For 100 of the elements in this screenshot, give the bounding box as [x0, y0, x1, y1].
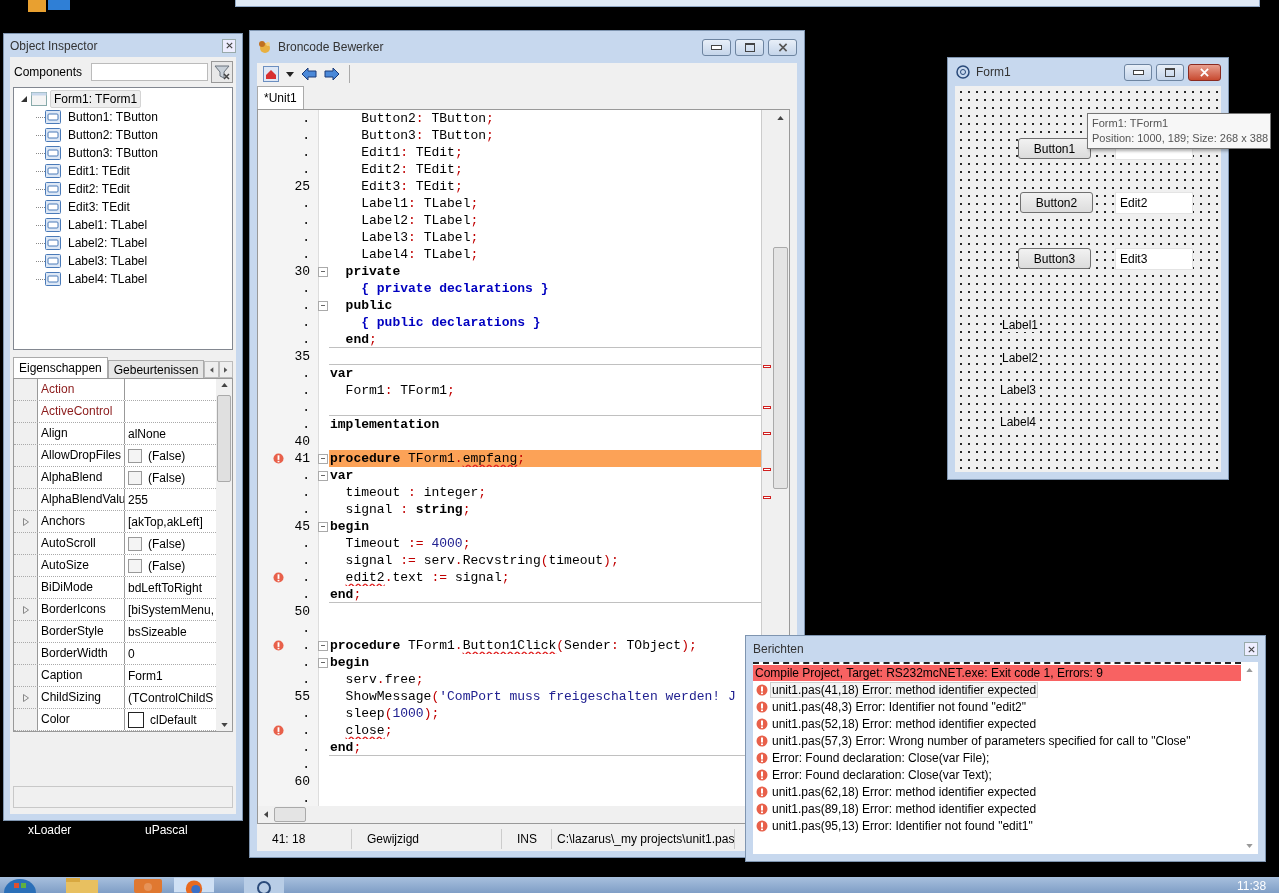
- form-label[interactable]: Label2: [1002, 351, 1039, 365]
- close-button[interactable]: [1244, 642, 1258, 656]
- filter-button[interactable]: [211, 61, 233, 83]
- checkbox[interactable]: [128, 448, 142, 463]
- fold-icon[interactable]: [318, 266, 328, 277]
- error-message[interactable]: unit1.pas(41,18) Error: method identifier expected: [770, 681, 1039, 698]
- edit-field[interactable]: Edit2: [1115, 192, 1193, 214]
- error-icon[interactable]: [272, 640, 284, 651]
- browser-icon[interactable]: [174, 877, 214, 893]
- property-name[interactable]: ChildSizing: [37, 687, 125, 708]
- error-message[interactable]: unit1.pas(62,18) Error: method identifier expected: [770, 783, 1039, 800]
- property-name[interactable]: AllowDropFiles: [37, 445, 125, 466]
- tab[interactable]: Gebeurtenissen: [107, 360, 205, 378]
- error-message[interactable]: Error: Found declaration: Close(var Text);: [770, 766, 994, 783]
- scrollbar[interactable]: [216, 379, 232, 731]
- form-button[interactable]: Button2: [1020, 192, 1093, 213]
- tree-item[interactable]: Edit2: TEdit: [65, 181, 133, 197]
- property-name[interactable]: Action: [37, 379, 125, 400]
- fold-icon[interactable]: [318, 521, 328, 532]
- form-button[interactable]: Button3: [1018, 248, 1091, 269]
- property-name[interactable]: BiDiMode: [37, 577, 125, 598]
- error-mark[interactable]: [763, 468, 771, 471]
- property-name[interactable]: Color: [37, 709, 125, 730]
- fold-icon[interactable]: [318, 640, 328, 651]
- tree-item[interactable]: Form1: TForm1: [50, 90, 142, 108]
- fold-icon[interactable]: [318, 453, 328, 464]
- arrow-up-icon[interactable]: [777, 116, 784, 120]
- property-name[interactable]: Align: [37, 423, 125, 444]
- error-message[interactable]: unit1.pas(48,3) Error: Identifier not found "edit2": [770, 698, 1028, 715]
- property-name[interactable]: Anchors: [37, 511, 125, 532]
- form-label[interactable]: Label4: [1000, 415, 1037, 429]
- maximize-button[interactable]: [735, 38, 764, 56]
- arrow-up-icon[interactable]: [220, 383, 228, 387]
- property-value[interactable]: (False): [148, 448, 186, 463]
- close-button[interactable]: [222, 38, 236, 53]
- expand-icon[interactable]: [22, 605, 29, 614]
- property-name[interactable]: Caption: [37, 665, 125, 686]
- property-value[interactable]: 0: [128, 646, 135, 661]
- error-icon[interactable]: [272, 572, 284, 583]
- error-message[interactable]: unit1.pas(89,18) Error: method identifier expected: [770, 800, 1039, 817]
- jump-button[interactable]: [261, 64, 281, 84]
- error-icon[interactable]: [272, 453, 284, 464]
- property-name[interactable]: BorderStyle: [37, 621, 125, 642]
- property-value[interactable]: (False): [148, 558, 186, 573]
- tree-item[interactable]: Label4: TLabel: [65, 271, 151, 287]
- form-button[interactable]: Button1: [1018, 138, 1091, 159]
- app-icon[interactable]: [244, 877, 284, 893]
- property-name[interactable]: AlphaBlend: [37, 467, 125, 488]
- property-name[interactable]: ActiveControl: [37, 401, 125, 422]
- minimize-button[interactable]: [1124, 63, 1152, 81]
- form-label[interactable]: Label1: [1002, 318, 1039, 332]
- property-value[interactable]: Form1: [128, 668, 163, 683]
- desktop-icon-label[interactable]: xLoader: [28, 823, 72, 837]
- property-name[interactable]: AlphaBlendValu: [37, 489, 125, 510]
- tree-item[interactable]: Button2: TButton: [65, 127, 161, 143]
- property-value[interactable]: (TControlChildS: [128, 690, 214, 705]
- property-value[interactable]: alNone: [128, 426, 167, 441]
- error-mark[interactable]: [763, 496, 771, 499]
- close-button[interactable]: [768, 38, 797, 56]
- error-message[interactable]: Error: Found declaration: Close(var File);: [770, 749, 992, 766]
- property-value[interactable]: [biSystemMenu,: [128, 602, 215, 617]
- error-message[interactable]: unit1.pas(52,18) Error: method identifier expected: [770, 715, 1039, 732]
- minimize-button[interactable]: [702, 38, 731, 56]
- property-value[interactable]: (False): [148, 470, 186, 485]
- tree-item[interactable]: Edit1: TEdit: [65, 163, 133, 179]
- close-button[interactable]: [1188, 63, 1221, 81]
- tree-item[interactable]: Label3: TLabel: [65, 253, 151, 269]
- summary-message[interactable]: Compile Project, Target: RS232mcNET.exe: Exit code 1, Errors: 9: [753, 665, 1241, 681]
- collapse-icon[interactable]: [20, 95, 28, 103]
- error-icon[interactable]: [272, 725, 284, 736]
- fold-icon[interactable]: [318, 470, 328, 481]
- tree-item[interactable]: Label1: TLabel: [65, 217, 151, 233]
- tree-item[interactable]: Button3: TButton: [65, 145, 161, 161]
- fold-icon[interactable]: [318, 657, 328, 668]
- checkbox[interactable]: [128, 470, 142, 485]
- property-name[interactable]: AutoScroll: [37, 533, 125, 554]
- property-value[interactable]: [akTop,akLeft]: [128, 514, 203, 529]
- form-label[interactable]: Label3: [1000, 383, 1037, 397]
- checkbox[interactable]: [128, 536, 142, 551]
- error-mark[interactable]: [763, 365, 771, 368]
- property-value[interactable]: 255: [128, 492, 149, 507]
- maximize-button[interactable]: [1156, 63, 1184, 81]
- error-mark[interactable]: [763, 432, 771, 435]
- expand-icon[interactable]: [22, 693, 29, 702]
- edit-field[interactable]: Edit3: [1115, 248, 1193, 270]
- expand-icon[interactable]: [22, 517, 29, 526]
- property-name[interactable]: BorderIcons: [37, 599, 125, 620]
- property-name[interactable]: AutoSize: [37, 555, 125, 576]
- property-value[interactable]: bdLeftToRight: [128, 580, 203, 595]
- desktop-icon-label[interactable]: uPascal: [145, 823, 188, 837]
- tree-item[interactable]: Edit3: TEdit: [65, 199, 133, 215]
- error-message[interactable]: unit1.pas(95,13) Error: Identifier not found "edit1": [770, 817, 1035, 834]
- fold-icon[interactable]: [318, 300, 328, 311]
- scroll-thumb[interactable]: [773, 247, 788, 489]
- arrow-left-icon[interactable]: [264, 811, 268, 818]
- filter-field[interactable]: [91, 63, 208, 81]
- scroll-thumb[interactable]: [274, 807, 306, 822]
- scroll-left-button[interactable]: [204, 361, 219, 378]
- property-value[interactable]: (False): [148, 536, 186, 551]
- tab[interactable]: Eigenschappen: [13, 357, 108, 378]
